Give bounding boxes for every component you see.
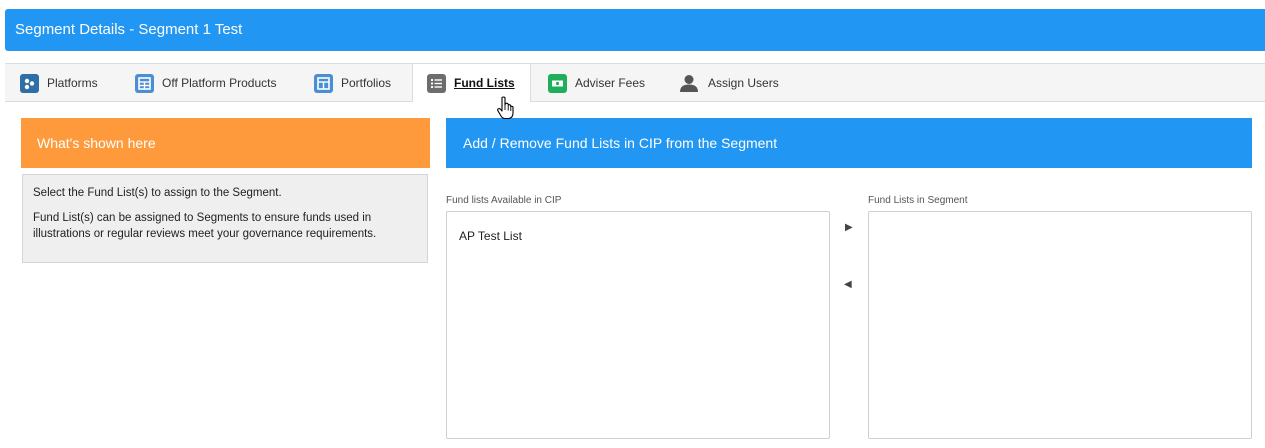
available-list-label: Fund lists Available in CIP bbox=[446, 195, 562, 206]
info-text-2: Fund List(s) can be assigned to Segments… bbox=[33, 212, 377, 240]
move-left-arrow-icon[interactable]: ◀ bbox=[844, 280, 852, 290]
table-icon bbox=[135, 73, 154, 93]
platforms-icon bbox=[20, 73, 39, 93]
tab-platforms[interactable]: Platforms bbox=[20, 64, 98, 102]
tab-label: Assign Users bbox=[708, 76, 779, 90]
tab-assign-users[interactable]: Assign Users bbox=[678, 64, 779, 102]
tab-adviser-fees[interactable]: Adviser Fees bbox=[548, 64, 645, 102]
page-title: Segment Details - Segment 1 Test bbox=[15, 21, 243, 38]
tab-label: Platforms bbox=[47, 76, 98, 90]
list-icon bbox=[427, 73, 446, 93]
list-item[interactable]: AP Test List bbox=[447, 212, 829, 243]
tab-label: Adviser Fees bbox=[575, 76, 646, 90]
info-panel-header: What's shown here bbox=[21, 118, 430, 168]
tab-label: Off Platform Products bbox=[162, 76, 277, 90]
tab-off-platform-products[interactable]: Off Platform Products bbox=[135, 64, 277, 102]
fund-lists-panel-header: Add / Remove Fund Lists in CIP from the … bbox=[446, 118, 1252, 168]
available-fund-lists-box[interactable]: AP Test List bbox=[446, 211, 830, 439]
hand-cursor-icon bbox=[497, 96, 514, 120]
info-panel-title: What's shown here bbox=[37, 135, 156, 151]
move-right-arrow-icon[interactable]: ▶ bbox=[845, 223, 853, 233]
info-panel-body: Select the Fund List(s) to assign to the… bbox=[22, 174, 428, 263]
page-header: Segment Details - Segment 1 Test bbox=[5, 9, 1265, 51]
info-text-1: Select the Fund List(s) to assign to the… bbox=[33, 187, 282, 199]
segment-list-label: Fund Lists in Segment bbox=[868, 195, 968, 206]
portfolio-icon bbox=[314, 73, 333, 93]
fund-lists-panel-title: Add / Remove Fund Lists in CIP from the … bbox=[463, 135, 778, 151]
money-icon bbox=[548, 73, 567, 93]
segment-fund-lists-box[interactable] bbox=[868, 211, 1252, 439]
tab-bar: Platforms Off Platform Products Portfoli… bbox=[5, 63, 1265, 102]
user-icon bbox=[678, 74, 700, 93]
tab-label: Fund Lists bbox=[454, 76, 515, 90]
tab-portfolios[interactable]: Portfolios bbox=[314, 64, 391, 102]
tab-label: Portfolios bbox=[341, 76, 392, 90]
